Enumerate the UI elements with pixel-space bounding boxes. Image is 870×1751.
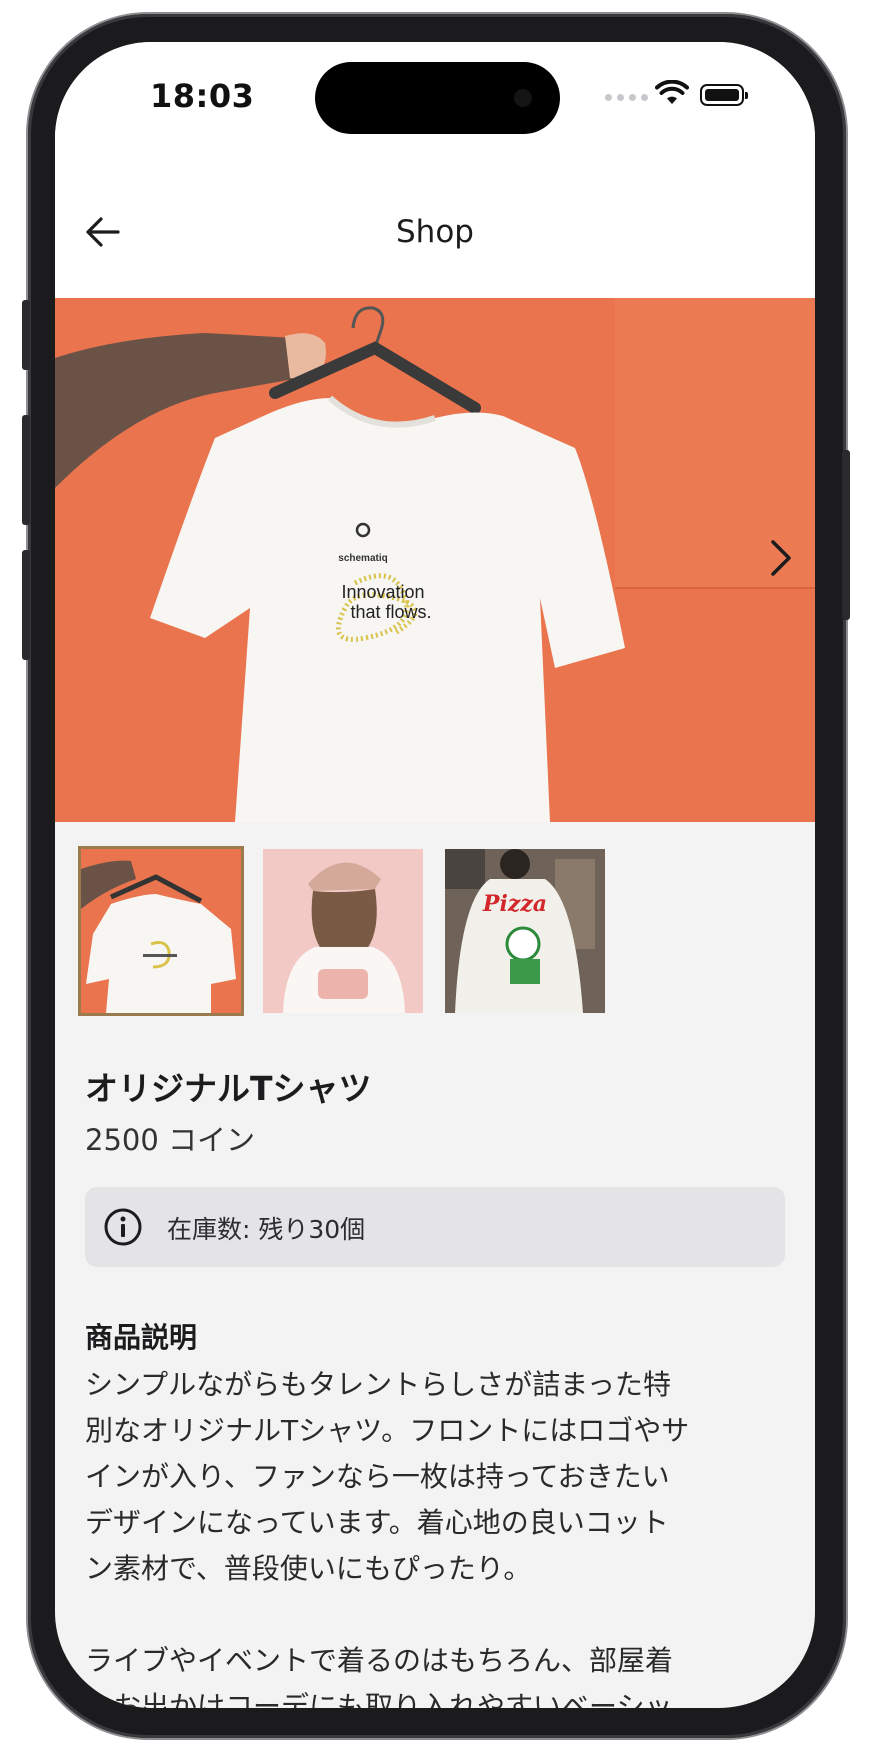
- thumbnail-1[interactable]: [81, 849, 241, 1013]
- side-button-volume-up: [22, 415, 30, 525]
- screen: 18:03 Shop schematiq Innovation that flo…: [55, 42, 815, 1708]
- thumbnail-2[interactable]: [263, 849, 423, 1013]
- status-bar: 18:03: [55, 42, 815, 162]
- svg-text:schematiq: schematiq: [338, 553, 387, 564]
- page-title: Shop: [396, 214, 474, 250]
- svg-text:Pizza: Pizza: [482, 891, 547, 917]
- description-title: 商品説明: [85, 1321, 198, 1354]
- description-body: シンプルながらもタレントらしさが詰まった特 別なオリジナルTシャツ。フロントには…: [85, 1362, 775, 1708]
- description-paragraph-2: ライブやイベントで着るのはもちろん、部屋着 やお出かけコーデにも取り入れやすいベ…: [85, 1644, 674, 1708]
- cellular-signal-icon: [605, 94, 648, 101]
- next-image-button[interactable]: [761, 530, 801, 586]
- product-hero-image[interactable]: schematiq Innovation that flows.: [55, 298, 815, 822]
- side-button-volume-down: [22, 550, 30, 660]
- product-name: オリジナルTシャツ: [85, 1069, 372, 1108]
- tshirt-photo: schematiq Innovation that flows.: [55, 298, 815, 822]
- side-button-power: [842, 450, 850, 620]
- product-price: 2500 コイン: [85, 1123, 256, 1157]
- battery-icon: [700, 84, 748, 106]
- svg-text:that flows.: that flows.: [350, 602, 431, 622]
- wifi-icon: [655, 79, 689, 110]
- side-button-silent: [22, 300, 30, 370]
- chevron-right-icon: [771, 540, 791, 576]
- svg-text:Innovation: Innovation: [341, 582, 424, 602]
- thumbnail-strip: Pizza: [55, 845, 815, 1021]
- thumbnail-3[interactable]: Pizza: [445, 849, 605, 1013]
- stock-banner: 在庫数: 残り30個: [85, 1187, 785, 1267]
- dynamic-island: [315, 62, 560, 134]
- status-time: 18:03: [150, 77, 255, 115]
- description-paragraph-1: シンプルながらもタレントらしさが詰まった特 別なオリジナルTシャツ。フロントには…: [85, 1368, 690, 1585]
- info-icon: [104, 1208, 142, 1246]
- stock-text: 在庫数: 残り30個: [167, 1215, 366, 1244]
- camera-icon: [514, 89, 532, 107]
- navigation-bar: Shop: [55, 162, 815, 298]
